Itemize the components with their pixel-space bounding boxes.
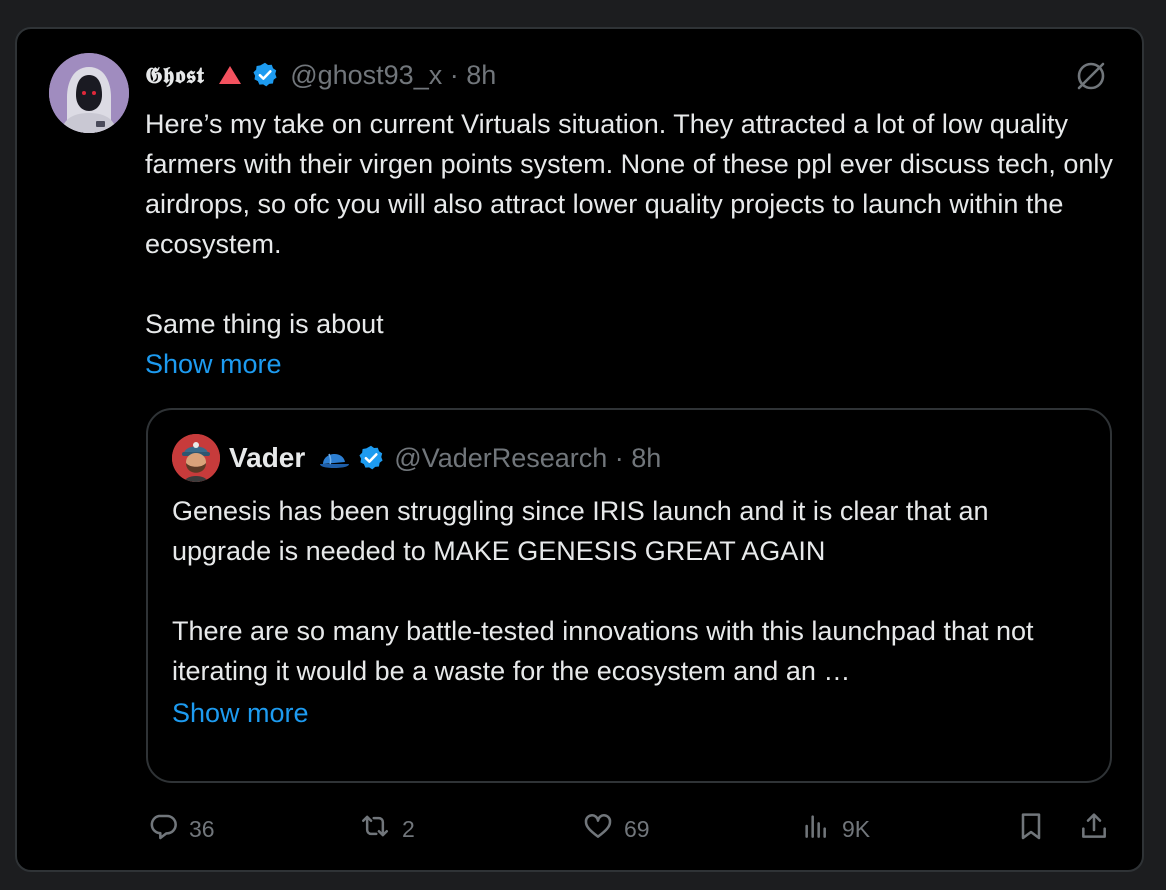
blue-cap-emoji-icon <box>317 446 351 470</box>
like-count: 69 <box>624 815 650 842</box>
views-icon <box>800 810 832 848</box>
author-display-name[interactable]: 𝕲𝖍𝖔𝖘𝖙 <box>145 62 204 89</box>
show-more-link[interactable]: Show more <box>145 344 282 384</box>
grok-icon[interactable] <box>1074 59 1108 93</box>
tweet-action-bar: 36 2 69 9K <box>17 809 1142 849</box>
verified-badge-icon[interactable] <box>251 61 279 89</box>
quoted-verified-badge-icon[interactable] <box>357 444 385 472</box>
share-button[interactable] <box>1078 809 1110 849</box>
share-icon <box>1078 810 1110 848</box>
quoted-tweet-header: Vader @VaderResearch · 8h <box>229 438 661 478</box>
like-button[interactable]: 69 <box>582 809 650 849</box>
bookmark-button[interactable] <box>1015 809 1047 849</box>
hooded-figure-avatar-image <box>49 53 129 133</box>
reply-button[interactable]: 36 <box>147 809 215 849</box>
views-count: 9K <box>842 815 871 842</box>
quoted-show-more-link[interactable]: Show more <box>172 693 309 733</box>
quoted-tweet[interactable]: Vader @VaderResearch · 8h Genesis has be… <box>146 408 1112 783</box>
tweet-text: Here’s my take on current Virtuals situa… <box>145 109 1113 339</box>
reply-icon <box>147 810 179 848</box>
quoted-author-handle-time[interactable]: @VaderResearch · 8h <box>394 443 661 474</box>
tweet-card[interactable]: 𝕲𝖍𝖔𝖘𝖙 @ghost93_x · 8h Here’s my take on … <box>15 27 1144 872</box>
views-button[interactable]: 9K <box>800 809 870 849</box>
author-handle-time[interactable]: @ghost93_x · 8h <box>290 60 496 91</box>
author-avatar[interactable] <box>49 53 129 133</box>
red-triangle-icon <box>218 65 242 85</box>
bookmark-icon <box>1015 809 1047 849</box>
repost-count: 2 <box>402 815 415 842</box>
repost-button[interactable]: 2 <box>358 809 415 849</box>
bearded-cap-avatar-image <box>172 434 220 482</box>
quoted-author-avatar[interactable] <box>172 434 220 482</box>
quoted-tweet-text: Genesis has been struggling since IRIS l… <box>172 496 1034 686</box>
repost-icon <box>358 810 392 848</box>
tweet-header: 𝕲𝖍𝖔𝖘𝖙 @ghost93_x · 8h <box>145 57 496 93</box>
heart-icon <box>582 810 614 848</box>
reply-count: 36 <box>189 815 215 842</box>
quoted-author-display-name[interactable]: Vader <box>229 442 305 474</box>
